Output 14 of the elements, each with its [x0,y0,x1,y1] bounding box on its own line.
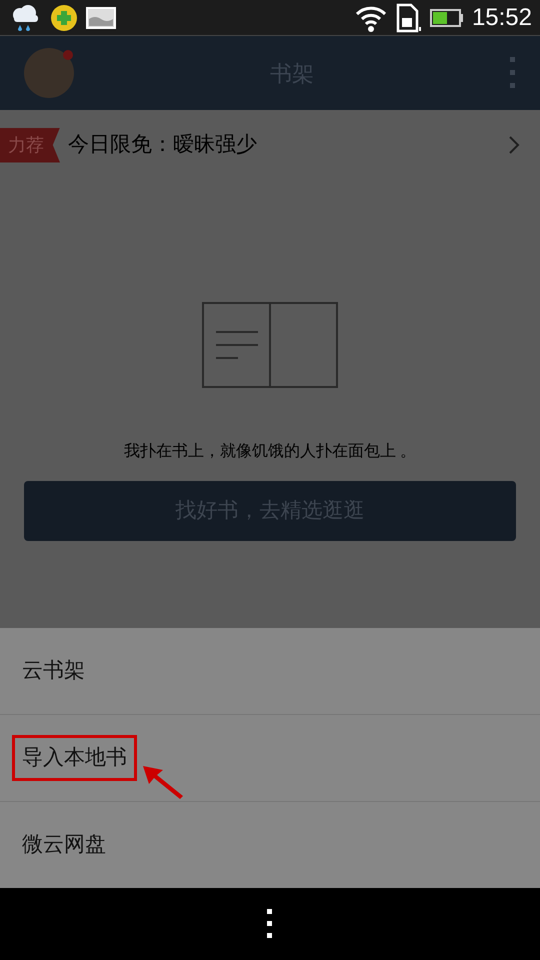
avatar[interactable] [24,48,74,98]
menu-item[interactable]: 导入本地书 [22,746,127,770]
more-icon[interactable] [267,908,273,940]
plus-icon [50,4,78,32]
image-icon [86,6,116,28]
sim-card-icon [396,2,422,32]
menu-item[interactable]: 云书架 [22,655,85,687]
battery-icon [430,8,464,28]
quote-text: 我扑在书上，就像饥饿的人扑在面包上 。 [124,442,416,462]
status-time: 15:52 [472,2,532,32]
menu-item[interactable]: 微云网盘 [22,829,106,861]
promo-text[interactable]: 今日限免：暧昧强少 [68,129,508,161]
chevron-right-icon[interactable] [508,135,520,155]
book-icon [202,302,338,388]
